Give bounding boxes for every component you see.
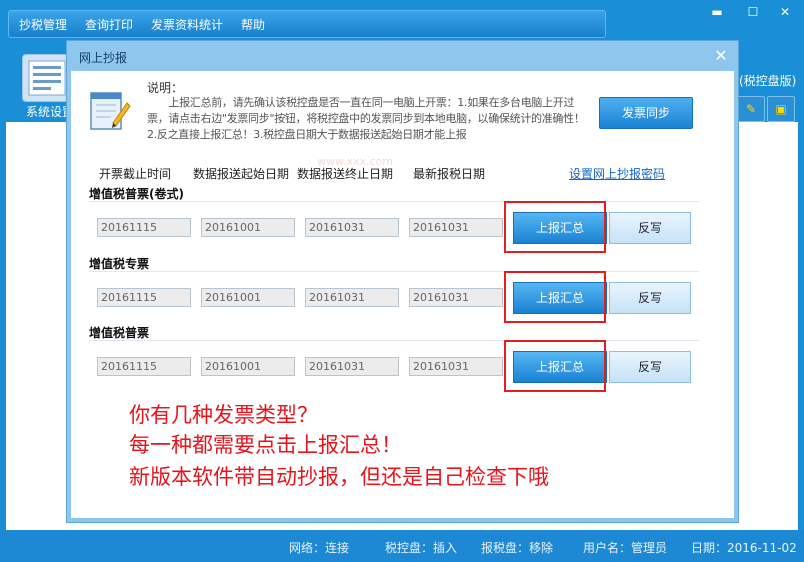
app-window: 抄税管理 查询打印 发票资料统计 帮助 ▬ ☐ ✕ 系统设置 (税控盘版) ✎ … (0, 0, 804, 562)
menu-bar: 抄税管理 查询打印 发票资料统计 帮助 (8, 10, 606, 38)
status-taxdisk: 税控盘：插入 (385, 541, 458, 555)
status-date: 日期：2016-11-02 (691, 541, 797, 555)
close-icon[interactable]: ✕ (774, 4, 796, 20)
menu-item-help[interactable]: 帮助 (241, 16, 265, 33)
field-issue-end[interactable] (97, 218, 191, 237)
field-report-end[interactable] (305, 288, 399, 307)
field-report-end[interactable] (305, 357, 399, 376)
col-header-report-end: 数据报送终止日期 (297, 167, 394, 181)
settings-panel-icon (28, 60, 66, 96)
annotation-line-3: 新版本软件带自动抄报，但还是自己检查下哦 (129, 465, 549, 489)
highlight-box (504, 340, 606, 392)
menu-item-invoice-stats[interactable]: 发票资料统计 (151, 16, 223, 33)
minimize-icon[interactable]: ▬ (706, 4, 728, 20)
writeback-button[interactable]: 反写 (609, 282, 691, 314)
highlight-box (504, 271, 606, 323)
field-report-start[interactable] (201, 288, 295, 307)
description-body: 上报汇总前，请先确认该税控盘是否一直在同一电脑上开票：1.如果在多台电脑上开过票… (147, 96, 585, 141)
description-heading: 说明： (147, 81, 184, 95)
field-issue-end[interactable] (97, 288, 191, 307)
field-latest-report[interactable] (409, 218, 503, 237)
menu-item-tax-manage[interactable]: 抄税管理 (19, 16, 67, 33)
status-reportdisk: 报税盘：移除 (481, 541, 554, 555)
section-divider (89, 340, 699, 341)
online-report-dialog: 网上抄报 ✕ 说明： 上报汇总前，请先确认该税控盘是否一直在同一电脑上开票：1.… (66, 40, 739, 523)
status-user: 用户名：管理员 (583, 541, 668, 555)
dialog-title-bar: 网上抄报 ✕ (67, 41, 738, 71)
description-text: 上报汇总前，请先确认该税控盘是否一直在同一电脑上开票：1.如果在多台电脑上开过票… (147, 95, 593, 143)
field-latest-report[interactable] (409, 288, 503, 307)
writeback-button[interactable]: 反写 (609, 212, 691, 244)
maximize-icon[interactable]: ☐ (742, 4, 764, 20)
field-issue-end[interactable] (97, 357, 191, 376)
edition-label: (税控盘版) (739, 74, 797, 88)
dialog-body: 说明： 上报汇总前，请先确认该税控盘是否一直在同一电脑上开票：1.如果在多台电脑… (71, 71, 734, 518)
notepad-icon (90, 92, 131, 130)
highlight-box (504, 201, 606, 253)
field-latest-report[interactable] (409, 357, 503, 376)
right-toolbar: ✎ ▣ (737, 96, 797, 122)
field-report-start[interactable] (201, 357, 295, 376)
dialog-close-icon[interactable]: ✕ (710, 45, 732, 67)
set-password-link[interactable]: 设置网上抄报密码 (569, 165, 665, 182)
section-title-general: 增值税普票 (89, 326, 150, 340)
field-report-start[interactable] (201, 218, 295, 237)
field-report-end[interactable] (305, 218, 399, 237)
annotation-line-1: 你有几种发票类型？ (129, 403, 318, 427)
writeback-button[interactable]: 反写 (609, 351, 691, 383)
col-header-report-start: 数据报送起始日期 (193, 167, 290, 181)
annotation-line-2: 每一种都需要点击上报汇总！ (129, 433, 402, 457)
settings-icon[interactable] (22, 54, 72, 102)
status-bar: 网络：连接 税控盘：插入 报税盘：移除 用户名：管理员 日期：2016-11-0… (0, 530, 804, 562)
col-header-latest-report: 最新报税日期 (413, 167, 486, 181)
invoice-sync-button[interactable]: 发票同步 (599, 97, 693, 129)
lock-icon[interactable]: ▣ (767, 96, 795, 122)
col-header-issue-end: 开票截止时间 (99, 167, 172, 181)
section-divider (89, 201, 699, 202)
section-title-special: 增值税专票 (89, 257, 150, 271)
section-title-roll: 增值税普票(卷式) (89, 187, 184, 201)
menu-item-query-print[interactable]: 查询打印 (85, 16, 133, 33)
dialog-title: 网上抄报 (79, 51, 128, 65)
status-network: 网络：连接 (289, 541, 350, 555)
key-icon[interactable]: ✎ (737, 96, 765, 122)
section-divider (89, 271, 699, 272)
